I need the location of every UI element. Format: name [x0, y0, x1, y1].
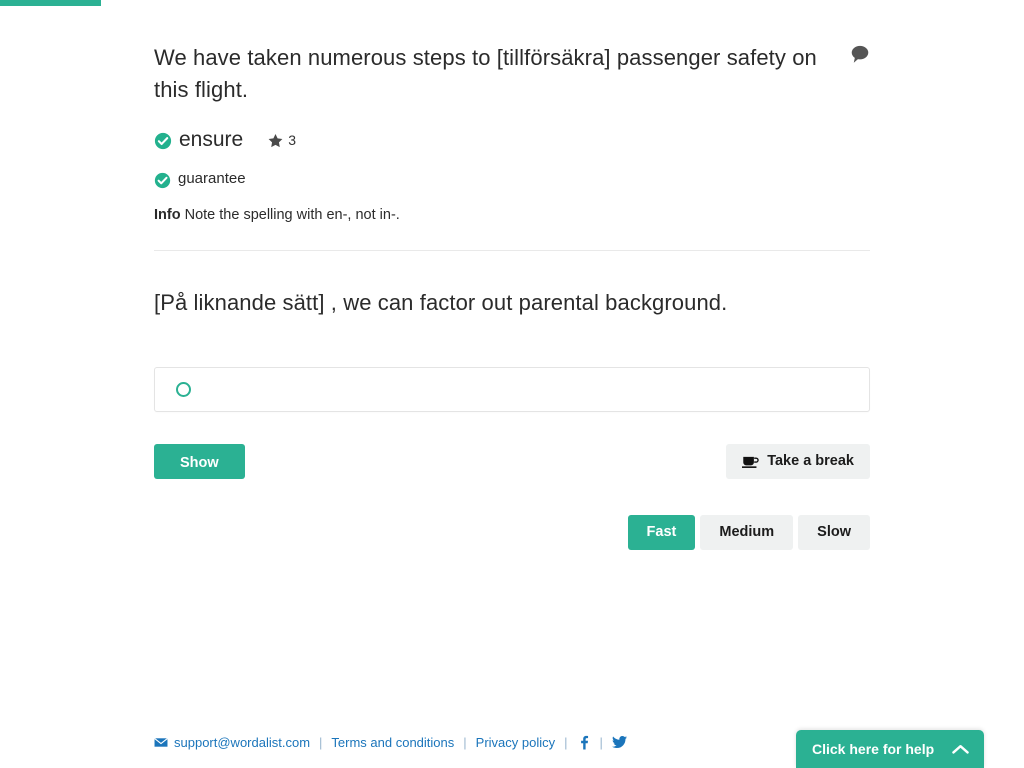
- help-tab-label: Click here for help: [812, 741, 935, 757]
- check-circle-icon: [154, 172, 171, 189]
- take-a-break-label: Take a break: [767, 453, 854, 470]
- help-tab[interactable]: Click here for help: [796, 730, 984, 768]
- loading-circle-icon: [176, 382, 191, 397]
- envelope-icon: [154, 737, 168, 748]
- answered-question-block: We have taken numerous steps to [tillför…: [154, 0, 870, 251]
- speed-option-slow[interactable]: Slow: [798, 515, 870, 550]
- coffee-cup-icon: [742, 454, 759, 469]
- answer-word-secondary: guarantee: [178, 170, 246, 187]
- question-sentence-answered: We have taken numerous steps to [tillför…: [154, 45, 817, 102]
- privacy-policy-link[interactable]: Privacy policy: [476, 735, 555, 750]
- footer-separator: |: [319, 735, 323, 750]
- footer: support@wordalist.com | Terms and condit…: [154, 735, 627, 750]
- support-email-link[interactable]: support@wordalist.com: [174, 735, 310, 750]
- terms-link[interactable]: Terms and conditions: [331, 735, 454, 750]
- speed-option-fast[interactable]: Fast: [627, 515, 696, 550]
- footer-separator: |: [599, 735, 603, 750]
- action-button-row: Show Take a break: [154, 444, 870, 479]
- info-note: Info Note the spelling with en-, not in-…: [154, 206, 870, 224]
- info-text: Note the spelling with en-, not in-.: [184, 207, 400, 223]
- twitter-icon[interactable]: [611, 735, 627, 750]
- check-circle-icon: [154, 132, 172, 150]
- star-icon: [268, 133, 283, 148]
- question-sentence-current: [På liknande sätt] , we can factor out p…: [154, 290, 728, 315]
- footer-separator: |: [463, 735, 467, 750]
- progress-bar-fill: [0, 0, 101, 6]
- answer-row-secondary: guarantee: [154, 170, 870, 188]
- facebook-icon[interactable]: [577, 735, 591, 750]
- chevron-up-icon: [952, 744, 969, 755]
- speed-selector: Fast Medium Slow: [154, 515, 870, 550]
- exercise-content: We have taken numerous steps to [tillför…: [154, 0, 870, 550]
- speech-bubble-icon[interactable]: [849, 43, 871, 65]
- footer-separator: |: [564, 735, 568, 750]
- answer-row-primary: ensure 3: [154, 128, 870, 152]
- answer-input[interactable]: [154, 367, 870, 412]
- star-count: 3: [288, 132, 297, 148]
- speed-option-medium[interactable]: Medium: [700, 515, 794, 550]
- section-divider: [154, 250, 870, 251]
- take-a-break-button[interactable]: Take a break: [726, 444, 870, 479]
- answer-word-primary: ensure: [179, 128, 244, 151]
- answer-score: 3: [268, 133, 296, 148]
- info-label: Info: [154, 207, 181, 223]
- show-button[interactable]: Show: [154, 444, 245, 479]
